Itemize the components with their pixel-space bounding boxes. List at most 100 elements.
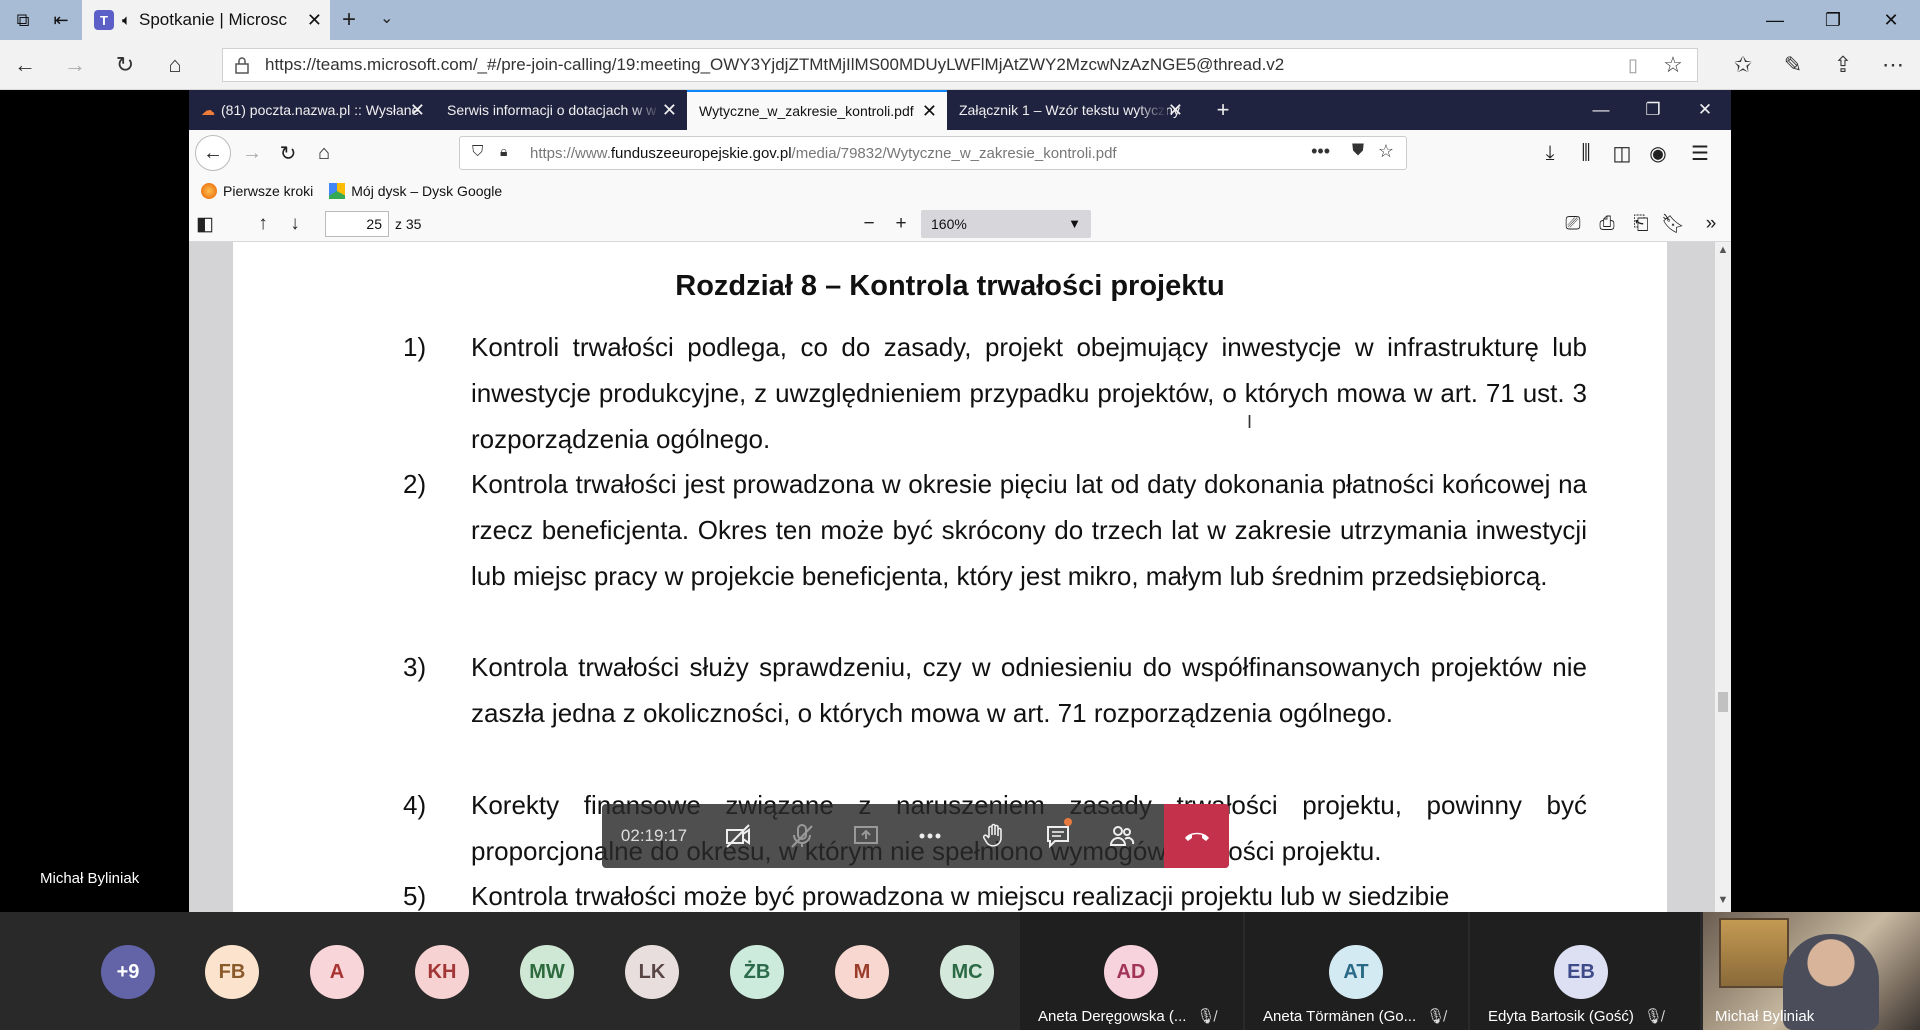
zoom-out-icon[interactable]: − <box>855 210 883 238</box>
restore-button[interactable]: ❐ <box>1627 90 1679 130</box>
account-icon[interactable]: ◉ <box>1643 138 1673 168</box>
toggle-sidebar-icon[interactable]: ◧ <box>191 210 219 238</box>
pocket-icon[interactable]: ⛊ <box>1352 142 1364 160</box>
bookmark-item[interactable]: Pierwsze kroki <box>201 183 313 199</box>
zoom-value: 160% <box>931 216 967 232</box>
more-actions-button[interactable] <box>898 804 962 868</box>
edge-tab-bar: ⧉ ⇤ T 🔈︎ Spotkanie | Microsc ✕ + ⌄ — ❐ ✕ <box>0 0 1920 40</box>
firefox-address-bar[interactable]: ⛉ 🔒︎ https://www. funduszeeuropejskie.gov… <box>459 136 1407 170</box>
presenter-name: Michał Byliniak <box>40 870 140 887</box>
minimize-button[interactable]: — <box>1752 0 1798 40</box>
forward-icon[interactable]: → <box>60 50 90 80</box>
menu-icon[interactable]: ☰ <box>1685 138 1715 168</box>
bookmark-icon[interactable]: 🔖︎ <box>1659 210 1687 238</box>
page-actions-icon[interactable]: ••• <box>1311 141 1330 162</box>
firefox-tab-active[interactable]: Wytyczne_w_zakresie_kontroli.pdf ✕ <box>687 90 947 130</box>
arrow-up-icon[interactable]: ↑ <box>249 210 277 238</box>
favorite-star-icon[interactable]: ☆ <box>1658 50 1688 80</box>
mute-button[interactable] <box>770 804 834 868</box>
firefox-tab[interactable]: Serwis informacji o dotacjach w w ✕ <box>435 90 687 130</box>
raise-hand-button[interactable] <box>962 804 1026 868</box>
back-icon[interactable]: ← <box>195 135 231 171</box>
reload-icon[interactable]: ↻ <box>273 138 303 168</box>
firefox-tab[interactable]: Załącznik 1 – Wzór tekstu wytyczny ✕ <box>947 90 1193 130</box>
bookmark-star-icon[interactable]: ☆ <box>1378 141 1394 162</box>
chevron-down-icon[interactable]: ⌄ <box>380 8 393 28</box>
zoom-in-icon[interactable]: + <box>887 210 915 238</box>
close-icon[interactable]: ✕ <box>307 10 322 31</box>
hang-up-button[interactable] <box>1164 804 1229 868</box>
new-tab-button[interactable]: + <box>1197 90 1249 130</box>
close-window-button[interactable]: ✕ <box>1868 0 1914 40</box>
participant-video-tile[interactable]: Michał Byliniak <box>1703 912 1920 1030</box>
participant-avatar[interactable]: FB <box>205 945 259 999</box>
participant-name-bar: Michał Byliniak <box>1703 1002 1920 1030</box>
participant-name: Aneta Törmänen (Go... <box>1263 1007 1417 1025</box>
scroll-up-icon[interactable]: ▲ <box>1715 244 1731 260</box>
share-icon[interactable]: ⇪ <box>1828 50 1858 80</box>
vertical-scrollbar[interactable]: ▲ ▼ <box>1715 242 1731 912</box>
presentation-mode-icon[interactable]: ⎚ <box>1559 210 1587 238</box>
participant-tile[interactable]: AT Aneta Törmänen (Go... 🎙︎̸ <box>1245 912 1468 1030</box>
restore-button[interactable]: ❐ <box>1810 0 1856 40</box>
favorites-icon[interactable]: ✩ <box>1728 50 1758 80</box>
shield-icon: ⛉ <box>472 143 484 160</box>
participant-avatar: AT <box>1329 945 1383 999</box>
item-text: Kontrola trwałości jest prowadzona w okr… <box>471 469 1587 591</box>
print-icon[interactable]: ⎙ <box>1593 210 1621 238</box>
participant-avatar[interactable]: MW <box>520 945 574 999</box>
close-icon[interactable]: ✕ <box>1168 100 1183 121</box>
download-icon[interactable]: ⤓ <box>1535 138 1565 168</box>
reading-view-icon[interactable]: ▯ <box>1618 50 1648 80</box>
sidebar-icon[interactable]: ◫ <box>1607 138 1637 168</box>
participant-avatar[interactable]: LK <box>625 945 679 999</box>
edge-tab-teams[interactable]: T 🔈︎ Spotkanie | Microsc ✕ <box>82 0 330 40</box>
tools-icon[interactable]: » <box>1697 210 1725 238</box>
close-icon[interactable]: ✕ <box>410 100 425 121</box>
back-icon[interactable]: ← <box>10 50 40 80</box>
set-tabs-aside-icon[interactable]: ⇤ <box>38 0 84 40</box>
people-icon <box>1109 826 1135 846</box>
library-icon[interactable]: ⫼ <box>1571 138 1601 168</box>
teams-icon: T <box>94 10 114 30</box>
participant-name-bar: Aneta Deręgowska (... 🎙︎̸ <box>1020 1002 1243 1030</box>
close-window-button[interactable]: ✕ <box>1679 90 1731 130</box>
home-icon[interactable]: ⌂ <box>160 50 190 80</box>
firefox-tab-label: Serwis informacji o dotacjach w w <box>447 102 657 118</box>
participant-avatar[interactable]: A <box>310 945 364 999</box>
close-icon[interactable]: ✕ <box>662 100 677 121</box>
item-number: 5) <box>403 881 427 911</box>
participants-button[interactable] <box>1090 804 1154 868</box>
pen-icon[interactable]: ✎ <box>1778 50 1808 80</box>
participant-tile[interactable]: AD Aneta Deręgowska (... 🎙︎̸ <box>1020 912 1243 1030</box>
speaker-icon[interactable]: 🔈︎ <box>122 12 131 29</box>
new-tab-button[interactable]: + <box>342 6 356 34</box>
refresh-icon[interactable]: ↻ <box>110 50 140 80</box>
minimize-button[interactable]: — <box>1575 90 1627 130</box>
edge-address-bar[interactable]: https://teams.microsoft.com/_#/pre-join-… <box>222 48 1698 82</box>
forward-icon[interactable]: → <box>237 138 267 168</box>
chat-button[interactable] <box>1026 804 1090 868</box>
scrollbar-thumb[interactable] <box>1718 692 1728 712</box>
arrow-down-icon[interactable]: ↓ <box>281 210 309 238</box>
share-screen-button[interactable] <box>834 804 898 868</box>
zoom-select[interactable]: 160% ▼ <box>921 210 1091 238</box>
camera-off-button[interactable] <box>706 804 770 868</box>
participant-avatar[interactable]: ŻB <box>730 945 784 999</box>
save-icon[interactable]: ⎗ <box>1627 210 1655 238</box>
close-icon[interactable]: ✕ <box>922 101 937 122</box>
scroll-down-icon[interactable]: ▼ <box>1715 894 1731 910</box>
participant-avatar[interactable]: MC <box>940 945 994 999</box>
bookmark-item[interactable]: Mój dysk – Dysk Google <box>329 183 502 199</box>
page-number-input[interactable]: 25 <box>325 211 389 237</box>
more-icon[interactable]: ⋯ <box>1878 50 1908 80</box>
firefox-tab[interactable]: ☁ (81) poczta.nazwa.pl :: Wysłane ✕ <box>189 90 435 130</box>
overflow-participants-avatar[interactable]: +9 <box>101 945 155 999</box>
participant-name: Aneta Deręgowska (... <box>1038 1007 1187 1025</box>
chevron-down-icon: ▼ <box>1068 216 1081 231</box>
participant-tile[interactable]: EB Edyta Bartosik (Gość) 🎙︎̸ <box>1470 912 1700 1030</box>
participant-avatar[interactable]: M <box>835 945 889 999</box>
participant-avatar[interactable]: KH <box>415 945 469 999</box>
notification-dot <box>1064 818 1072 826</box>
home-icon[interactable]: ⌂ <box>309 138 339 168</box>
